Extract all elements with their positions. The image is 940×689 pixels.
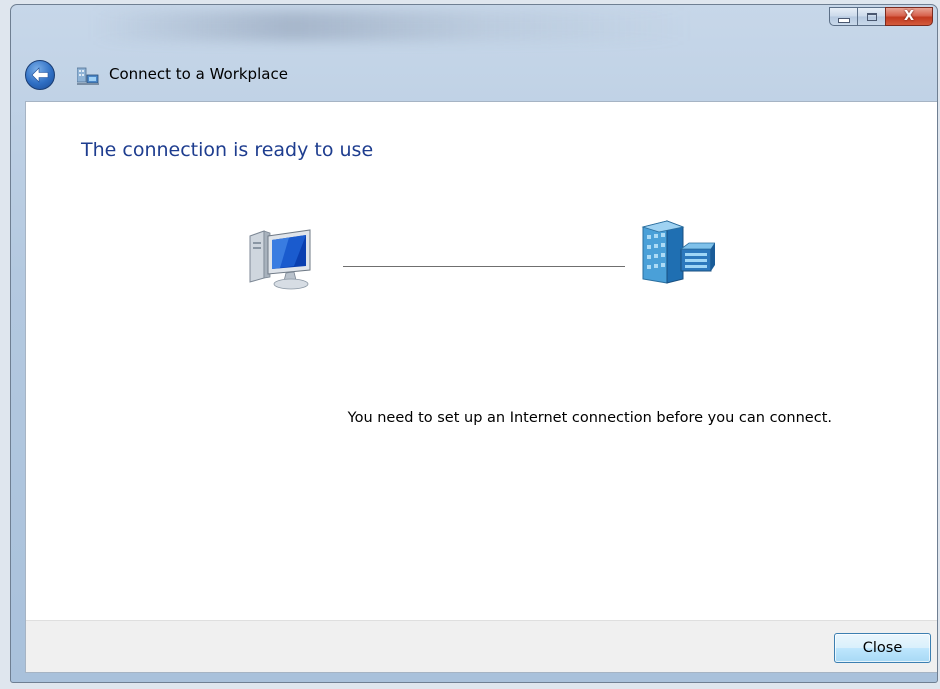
minimize-button[interactable] <box>829 7 857 26</box>
titlebar-glass <box>91 11 691 41</box>
status-message: You need to set up an Internet connectio… <box>26 410 832 426</box>
wizard-footer: Close <box>26 620 937 672</box>
back-arrow-icon <box>31 67 49 83</box>
window-close-button[interactable]: X <box>885 7 933 26</box>
computer-icon <box>249 229 311 290</box>
connection-line <box>343 266 625 267</box>
close-icon: X <box>903 9 915 24</box>
wizard-window: X Connect to a Workplace The connection … <box>10 4 938 683</box>
minimize-icon <box>837 18 850 23</box>
network-workplace-icon <box>77 67 99 85</box>
wizard-nav-row: Connect to a Workplace <box>11 57 937 93</box>
page-heading: The connection is ready to use <box>81 139 374 161</box>
maximize-icon <box>866 12 877 21</box>
caption-buttons: X <box>829 7 933 27</box>
close-button[interactable]: Close <box>834 633 931 663</box>
wizard-content: The connection is ready to use You need … <box>25 101 937 673</box>
back-button[interactable] <box>25 60 55 90</box>
workplace-server-icon <box>641 220 715 284</box>
wizard-title: Connect to a Workplace <box>109 65 288 83</box>
status-message-text: You need to set up an Internet connectio… <box>347 410 832 426</box>
maximize-button[interactable] <box>857 7 885 26</box>
